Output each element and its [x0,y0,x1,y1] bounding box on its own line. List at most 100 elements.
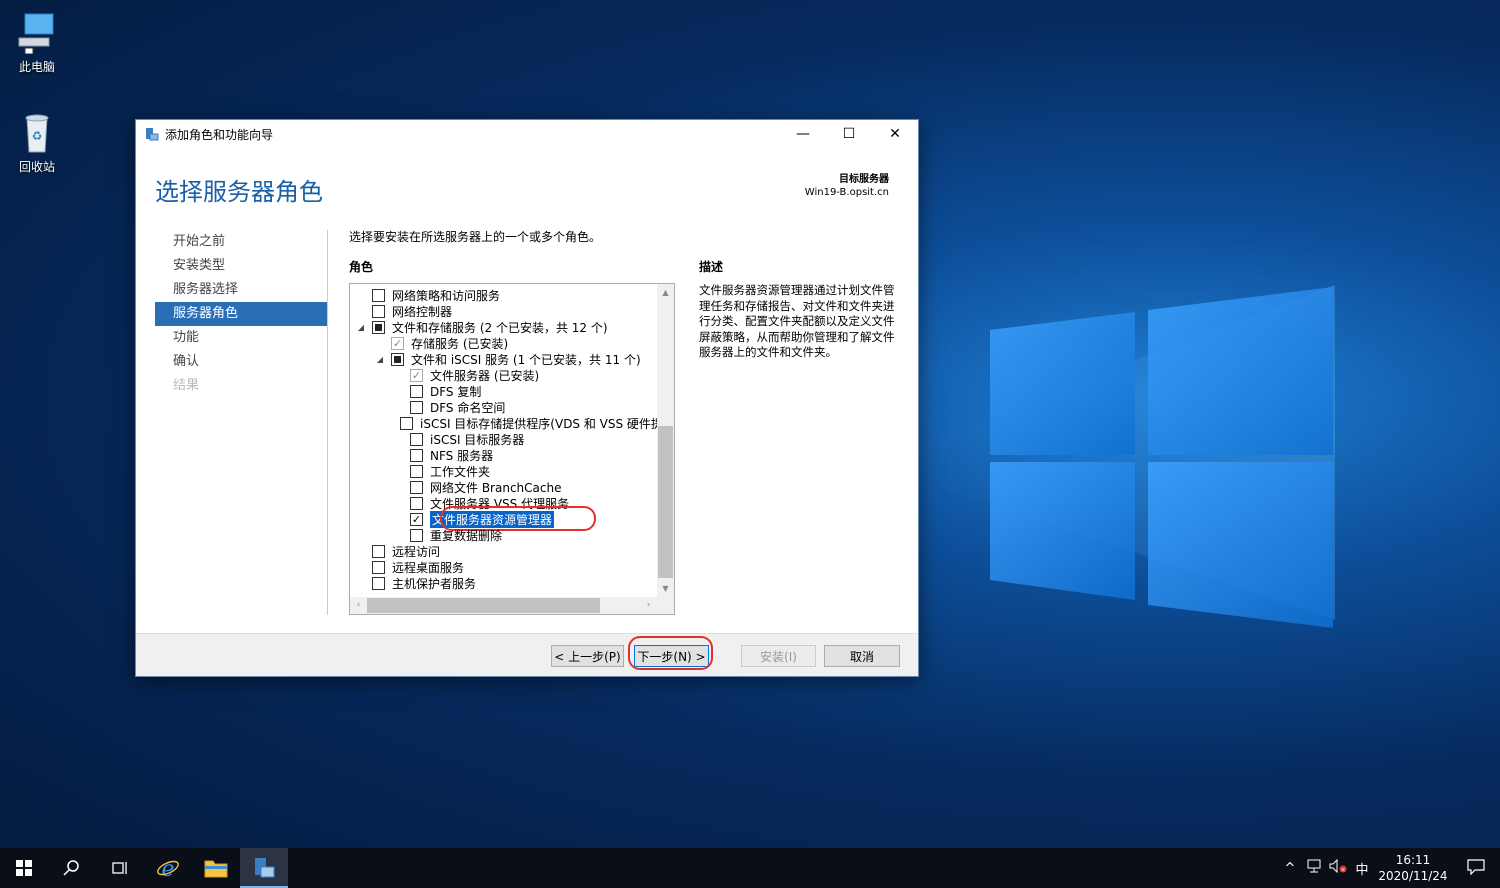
taskbar-server-manager[interactable] [240,848,288,888]
target-server-label: 目标服务器 [839,174,889,185]
cancel-button[interactable]: 取消 [824,645,900,667]
role-checkbox[interactable] [410,528,423,542]
role-checkbox: ✓ [391,336,404,350]
action-center-button[interactable] [1452,858,1500,878]
scroll-up-arrow[interactable]: ▲ [657,284,674,301]
server-manager-icon [255,858,275,878]
vertical-scrollbar[interactable]: ▲ ▼ [657,284,674,597]
role-label: 存储服务 (已安装) [411,336,509,351]
taskbar-file-explorer[interactable] [192,848,240,888]
role-checkbox[interactable] [410,448,423,462]
folder-icon [204,860,228,878]
nav-item-features[interactable]: 功能 [155,326,327,350]
chevron-up-icon[interactable]: ^ [1278,861,1302,876]
ime-indicator[interactable]: 中 [1350,859,1374,878]
close-button[interactable]: ✕ [872,120,918,148]
role-row[interactable]: 重复数据删除 [350,527,656,543]
nav-item-results: 结果 [173,378,200,393]
role-checkbox[interactable] [372,544,385,558]
role-label: 文件和存储服务 (2 个已安装，共 12 个) [392,320,608,335]
nav-item-confirmation[interactable]: 确认 [155,350,327,374]
role-row[interactable]: 工作文件夹 [350,463,656,479]
role-label: DFS 命名空间 [430,400,506,415]
role-row[interactable]: 主机保护者服务 [350,575,656,591]
taskbar-internet-explorer[interactable]: e [144,848,192,888]
role-row[interactable]: 远程桌面服务 [350,559,656,575]
role-checkbox[interactable] [410,384,423,398]
role-checkbox[interactable] [410,464,423,478]
role-checkbox[interactable] [372,288,385,302]
window-title: 添加角色和功能向导 [165,127,274,142]
role-checkbox[interactable] [410,432,423,446]
roles-tree[interactable]: 网络策略和访问服务 网络控制器 ◢ 文件和存储服务 (2 个已安装，共 12 个) ✓ 存… [349,283,675,615]
title-bar[interactable]: 添加角色和功能向导 — ☐ ✕ [136,120,918,148]
recycle-bin-icon: ♻ [15,110,59,154]
role-label: 远程访问 [392,544,441,559]
collapse-arrow-icon[interactable]: ◢ [375,355,385,364]
role-row[interactable]: iSCSI 目标服务器 [350,431,656,447]
role-row[interactable]: 远程访问 [350,543,656,559]
role-checkbox[interactable] [410,400,423,414]
role-checkbox[interactable] [372,576,385,590]
role-row[interactable]: 网络策略和访问服务 [350,287,656,303]
role-row[interactable]: ✓ 存储服务 (已安装) [350,335,656,351]
role-row[interactable]: DFS 复制 [350,383,656,399]
role-checkbox: ✓ [410,368,423,382]
role-row[interactable]: 网络文件 BranchCache [350,479,656,495]
scroll-down-arrow[interactable]: ▼ [657,580,674,597]
role-checkbox[interactable] [400,416,413,430]
scroll-right-arrow[interactable]: › [640,597,657,614]
install-button: 安装(I) [741,645,816,667]
network-icon[interactable] [1302,859,1326,877]
clock-time: 16:11 [1395,853,1431,867]
role-row[interactable]: ◢ 文件和存储服务 (2 个已安装，共 12 个) [350,319,656,335]
target-server-name: Win19-B.opsit.cn [804,187,889,198]
role-label: 文件和 iSCSI 服务 (1 个已安装，共 11 个) [411,352,641,367]
clock[interactable]: 16:11 2020/11/24 [1374,852,1452,884]
role-checkbox[interactable] [410,496,423,510]
scroll-left-arrow[interactable]: ‹ [350,597,367,614]
vertical-scroll-thumb[interactable] [658,426,673,578]
nav-item-server-roles[interactable]: 服务器角色 [155,302,327,326]
windows-logo-icon [16,860,32,876]
desktop-icon-recycle-bin[interactable]: ♻ 回收站 [2,110,72,175]
role-label: DFS 复制 [430,384,482,399]
nav-item-server-selection[interactable]: 服务器选择 [155,278,327,302]
role-checkbox[interactable] [372,560,385,574]
nav-item-before-you-begin[interactable]: 开始之前 [155,230,327,254]
horizontal-scroll-thumb[interactable] [367,598,600,613]
role-checkbox[interactable] [410,480,423,494]
internet-explorer-icon: e [157,857,179,880]
role-row[interactable]: DFS 命名空间 [350,399,656,415]
add-roles-wizard-window: 添加角色和功能向导 — ☐ ✕ 选择服务器角色 目标服务器 Win19-B.op… [135,119,919,677]
instruction-text: 选择要安装在所选服务器上的一个或多个角色。 [349,230,602,244]
task-view-button[interactable] [96,848,144,888]
nav-divider [327,230,328,615]
taskbar: e ^ × 中 16:11 2020/11/24 [0,848,1500,888]
roles-header: 角色 [349,260,374,274]
role-row[interactable]: NFS 服务器 [350,447,656,463]
notification-icon [1467,858,1485,875]
nav-item-installation-type[interactable]: 安装类型 [155,254,327,278]
role-checkbox[interactable] [372,304,385,318]
role-row[interactable]: ◢ 文件和 iSCSI 服务 (1 个已安装，共 11 个) [350,351,656,367]
volume-muted-icon[interactable]: × [1326,858,1350,877]
role-checkbox[interactable]: ✓ [410,512,423,526]
maximize-button[interactable]: ☐ [826,120,872,148]
role-label: 远程桌面服务 [392,560,465,575]
role-row[interactable]: iSCSI 目标存储提供程序(VDS 和 VSS 硬件提供程序) [350,415,674,431]
role-label: 网络策略和访问服务 [392,288,501,303]
role-row[interactable]: ✓ 文件服务器 (已安装) [350,367,656,383]
previous-button[interactable]: < 上一步(P) [551,645,624,667]
horizontal-scrollbar[interactable]: ‹ › [350,597,674,614]
role-checkbox[interactable] [391,352,404,366]
start-button[interactable] [0,848,48,888]
minimize-button[interactable]: — [780,120,826,148]
role-row[interactable]: 网络控制器 [350,303,656,319]
role-row[interactable]: ✓ 文件服务器资源管理器 [350,506,656,531]
search-button[interactable] [48,848,96,888]
role-label: 重复数据删除 [430,528,503,543]
desktop-icon-this-pc[interactable]: 此电脑 [2,10,72,75]
collapse-arrow-icon[interactable]: ◢ [356,323,366,332]
role-checkbox[interactable] [372,320,385,334]
